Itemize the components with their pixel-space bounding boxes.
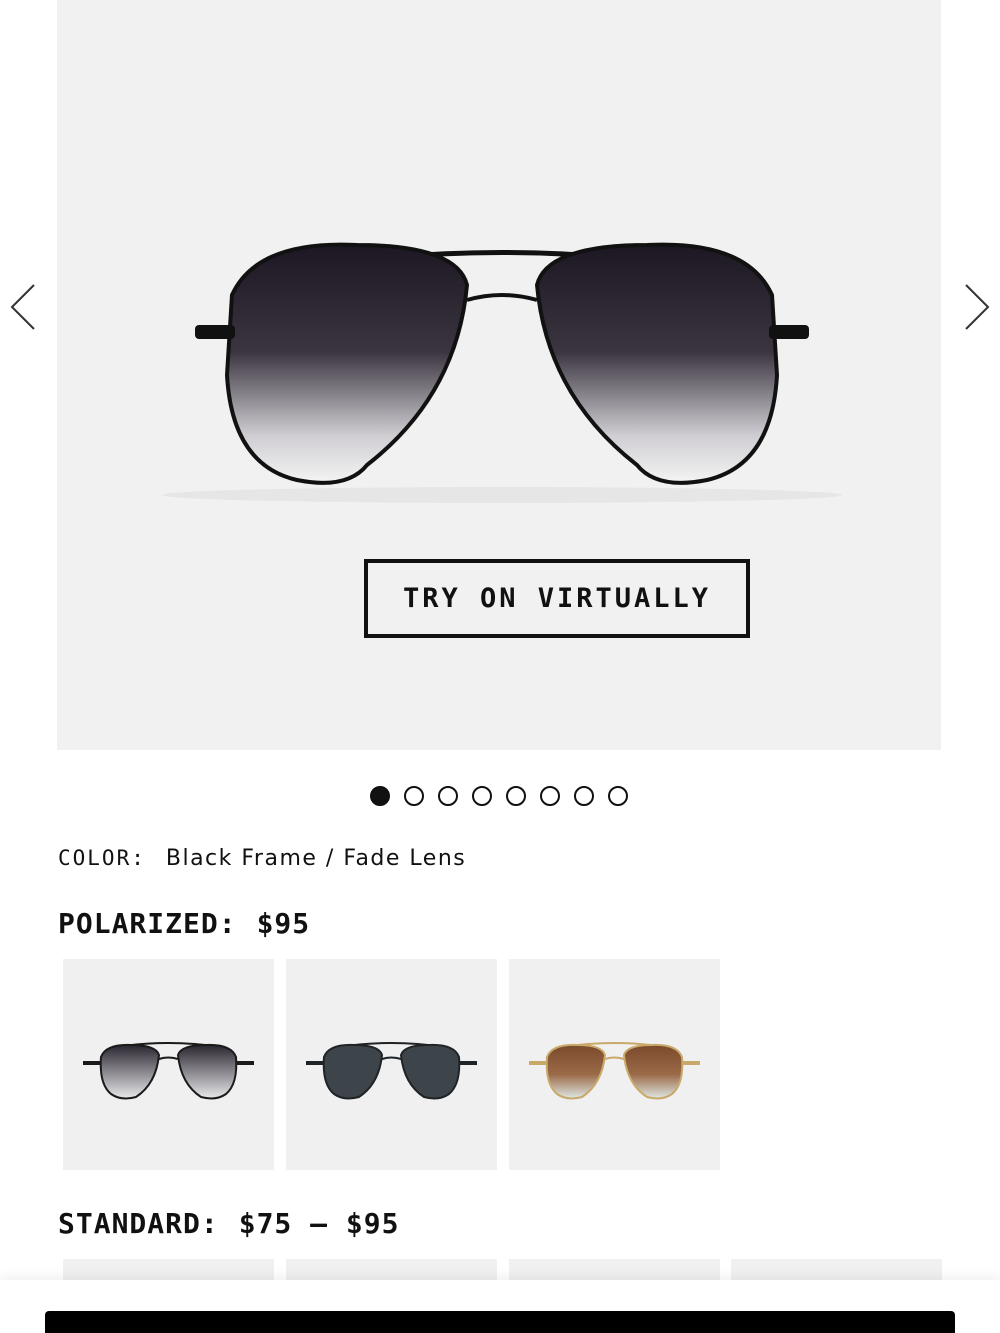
try-on-virtually-button[interactable]: TRY ON VIRTUALLY [364,559,750,638]
sunglasses-thumbnail [529,1042,700,1100]
product-image [162,242,842,503]
color-info: COLOR: Black Frame / Fade Lens [58,846,466,871]
standard-label: STANDARD: [58,1207,219,1240]
sunglasses-thumbnail [83,1042,254,1100]
carousel-pagination [370,786,628,806]
polarized-price: $95 [256,907,311,940]
polarized-heading: POLARIZED: $95 [58,907,310,940]
carousel-dot[interactable] [540,786,560,806]
color-value: Black Frame / Fade Lens [165,846,467,871]
carousel-dot[interactable] [472,786,492,806]
chevron-left-icon[interactable] [8,282,38,332]
product-image-gallery[interactable]: TRY ON VIRTUALLY [57,0,941,750]
color-label: COLOR: [58,846,146,870]
carousel-dot[interactable] [574,786,594,806]
add-to-bag-button[interactable] [45,1311,955,1333]
chevron-right-icon[interactable] [962,282,992,332]
carousel-dot[interactable] [506,786,526,806]
carousel-dot[interactable] [404,786,424,806]
variant-swatch-black-smoke[interactable] [286,959,497,1170]
carousel-dot[interactable] [608,786,628,806]
variant-swatch-black-fade[interactable] [63,959,274,1170]
standard-price: $75 – $95 [238,1207,400,1240]
sunglasses-thumbnail [306,1042,477,1100]
carousel-dot[interactable] [438,786,458,806]
standard-heading: STANDARD: $75 – $95 [58,1207,399,1240]
carousel-dot[interactable] [370,786,390,806]
polarized-label: POLARIZED: [58,907,237,940]
variant-swatch-gold-brown[interactable] [509,959,720,1170]
